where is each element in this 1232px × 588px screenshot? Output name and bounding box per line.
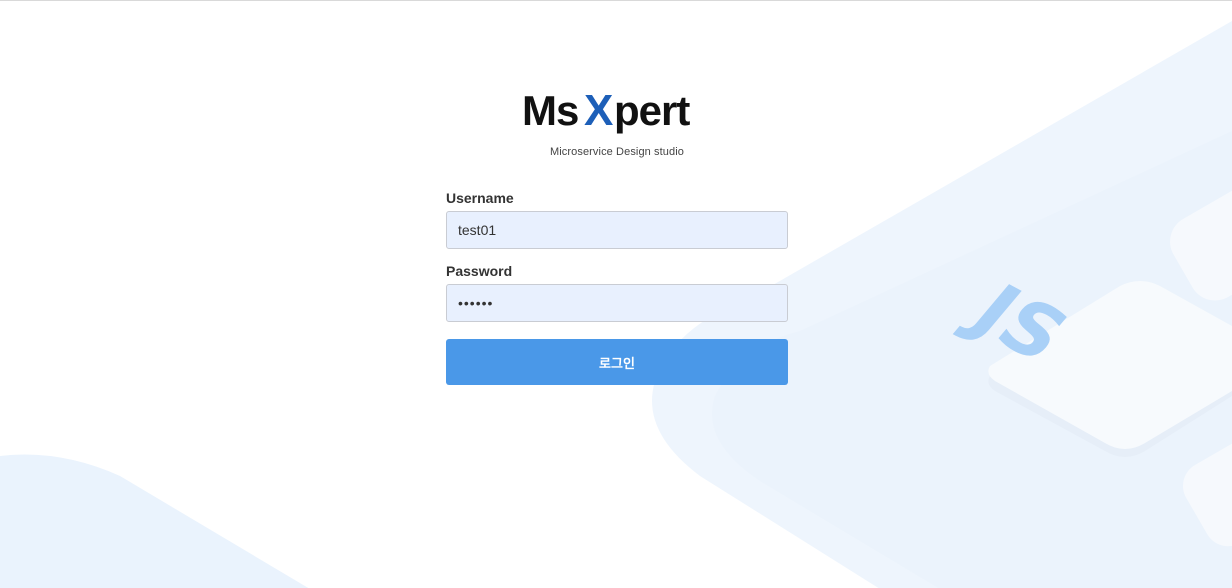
app-subtitle: Microservice Design studio [549,146,685,158]
login-button[interactable]: 로그인 [446,339,788,385]
logo-text-pert: pert [614,87,690,134]
logo-text-x: X [584,86,613,135]
username-input[interactable] [446,211,788,249]
background-bottom-left-shape [0,454,309,588]
username-label: Username [446,190,514,206]
login-page: JS Ms X pert Microservice Design studio … [0,0,1232,588]
msxpert-logo: Ms X pert [522,86,691,135]
logo-text-ms: Ms [522,87,578,134]
password-input[interactable] [446,284,788,322]
password-label: Password [446,263,513,279]
